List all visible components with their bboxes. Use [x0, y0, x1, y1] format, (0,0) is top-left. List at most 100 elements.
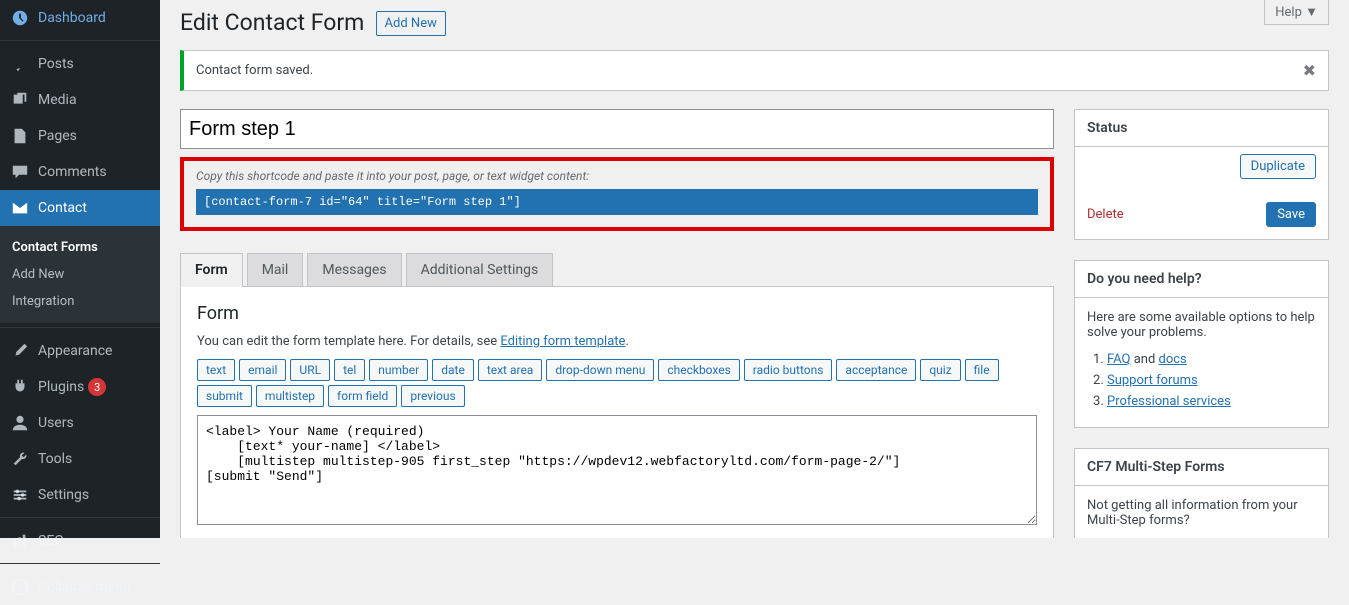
dismiss-notice-icon[interactable]: ✖: [1303, 61, 1316, 80]
delete-link[interactable]: Delete: [1087, 207, 1124, 222]
collapse-icon: [10, 577, 30, 597]
tag-button-text-area[interactable]: text area: [478, 359, 543, 381]
sidebar-item-tools[interactable]: Tools: [0, 441, 160, 477]
sidebar-item-contact[interactable]: Contact: [0, 190, 160, 226]
sidebar-item-pages[interactable]: Pages: [0, 118, 160, 154]
mail-icon: [10, 198, 30, 218]
multistep-text: Not getting all information from your Mu…: [1087, 498, 1316, 528]
tag-button-drop-down-menu[interactable]: drop-down menu: [546, 359, 654, 381]
sidebar-item-posts[interactable]: Posts: [0, 46, 160, 82]
help-list-item: FAQ and docs: [1107, 352, 1316, 367]
user-icon: [10, 413, 30, 433]
tag-button-email[interactable]: email: [239, 359, 286, 381]
sidebar-item-settings[interactable]: Settings: [0, 477, 160, 513]
form-panel-intro: You can edit the form template here. For…: [197, 334, 1037, 349]
editing-form-template-link[interactable]: Editing form template: [500, 334, 625, 349]
main-content: Help ▼ Edit Contact Form Add New Contact…: [160, 0, 1349, 538]
multistep-title: CF7 Multi-Step Forms: [1075, 449, 1328, 486]
media-icon: [10, 90, 30, 110]
wrench-icon: [10, 449, 30, 469]
add-new-button[interactable]: Add New: [376, 11, 446, 36]
sidebar-sub-add-new[interactable]: Add New: [0, 261, 160, 288]
shortcode-copy-label: Copy this shortcode and paste it into yo…: [196, 169, 1038, 183]
tag-button-file[interactable]: file: [965, 359, 999, 381]
tag-generator-row: textemailURLtelnumberdatetext areadrop-d…: [197, 359, 1037, 407]
sidebar-sub-integration[interactable]: Integration: [0, 288, 160, 315]
sidebar-item-seo[interactable]: SEO: [0, 523, 160, 559]
comment-icon: [10, 162, 30, 182]
tag-button-number[interactable]: number: [369, 359, 428, 381]
professional-services-link[interactable]: Professional services: [1107, 394, 1231, 409]
dashboard-icon: [10, 8, 30, 28]
sidebar-item-appearance[interactable]: Appearance: [0, 333, 160, 369]
form-template-textarea[interactable]: [197, 415, 1037, 525]
sidebar-label: SEO: [38, 533, 64, 549]
help-postbox: Do you need help? Here are some availabl…: [1074, 260, 1329, 428]
sidebar-label: Media: [38, 92, 77, 108]
sidebar-label: Comments: [38, 164, 107, 180]
sidebar-item-media[interactable]: Media: [0, 82, 160, 118]
pin-icon: [10, 54, 30, 74]
form-title-input[interactable]: [180, 109, 1054, 149]
sidebar-label: Plugins: [38, 379, 84, 395]
form-panel-heading: Form: [197, 303, 1037, 324]
help-tab[interactable]: Help ▼: [1264, 0, 1329, 25]
tag-button-radio-buttons[interactable]: radio buttons: [744, 359, 833, 381]
sidebar-label: Settings: [38, 487, 89, 503]
sidebar-item-comments[interactable]: Comments: [0, 154, 160, 190]
docs-link[interactable]: docs: [1159, 352, 1187, 367]
form-tabs: Form Mail Messages Additional Settings: [180, 253, 1054, 287]
sidebar-item-plugins[interactable]: Plugins3: [0, 369, 160, 405]
page-icon: [10, 126, 30, 146]
form-panel: Form You can edit the form template here…: [180, 287, 1054, 538]
tag-button-previous[interactable]: previous: [401, 385, 464, 407]
tab-form[interactable]: Form: [180, 253, 243, 287]
page-title: Edit Contact Form: [180, 0, 364, 40]
chart-icon: [10, 531, 30, 551]
tab-messages[interactable]: Messages: [307, 253, 401, 286]
support-forums-link[interactable]: Support forums: [1107, 373, 1198, 388]
save-button[interactable]: Save: [1266, 202, 1316, 227]
faq-link[interactable]: FAQ: [1107, 352, 1130, 367]
sidebar-item-dashboard[interactable]: Dashboard: [0, 0, 160, 36]
tag-button-submit[interactable]: submit: [197, 385, 252, 407]
status-postbox: Status Duplicate Delete Save: [1074, 109, 1329, 240]
tag-button-text[interactable]: text: [197, 359, 235, 381]
tab-additional-settings[interactable]: Additional Settings: [406, 253, 554, 286]
notice-saved: Contact form saved. ✖: [180, 50, 1329, 91]
sidebar-submenu-contact: Contact Forms Add New Integration: [0, 226, 160, 323]
tag-button-quiz[interactable]: quiz: [920, 359, 960, 381]
tag-button-URL[interactable]: URL: [290, 359, 330, 381]
shortcode-box: Copy this shortcode and paste it into yo…: [180, 161, 1054, 231]
notice-text: Contact form saved.: [196, 63, 313, 78]
sidebar-label: Users: [38, 415, 74, 431]
plug-icon: [10, 377, 30, 397]
sidebar-label: Appearance: [38, 343, 112, 359]
brush-icon: [10, 341, 30, 361]
help-intro: Here are some available options to help …: [1087, 310, 1316, 340]
duplicate-button[interactable]: Duplicate: [1240, 154, 1316, 179]
status-title: Status: [1075, 110, 1328, 147]
sidebar-label: Pages: [38, 128, 77, 144]
sidebar-item-users[interactable]: Users: [0, 405, 160, 441]
sidebar-sub-contact-forms[interactable]: Contact Forms: [0, 234, 160, 261]
sidebar-label: Collapse menu: [38, 579, 131, 595]
tag-button-tel[interactable]: tel: [334, 359, 365, 381]
sidebar-item-collapse[interactable]: Collapse menu: [0, 569, 160, 605]
sidebar-label: Tools: [38, 451, 72, 467]
sidebar-label: Contact: [38, 200, 87, 216]
settings-icon: [10, 485, 30, 505]
help-list-item: Professional services: [1107, 394, 1316, 409]
admin-sidebar: Dashboard Posts Media Pages Comments Con…: [0, 0, 160, 538]
tab-mail[interactable]: Mail: [247, 253, 304, 286]
tag-button-form-field[interactable]: form field: [328, 385, 397, 407]
plugins-update-badge: 3: [88, 378, 106, 396]
tag-button-date[interactable]: date: [432, 359, 474, 381]
sidebar-label: Dashboard: [38, 10, 106, 26]
tag-button-checkboxes[interactable]: checkboxes: [658, 359, 739, 381]
multistep-postbox: CF7 Multi-Step Forms Not getting all inf…: [1074, 448, 1329, 538]
sidebar-label: Posts: [38, 56, 74, 72]
tag-button-acceptance[interactable]: acceptance: [836, 359, 916, 381]
shortcode-input[interactable]: [196, 189, 1038, 215]
tag-button-multistep[interactable]: multistep: [256, 385, 324, 407]
